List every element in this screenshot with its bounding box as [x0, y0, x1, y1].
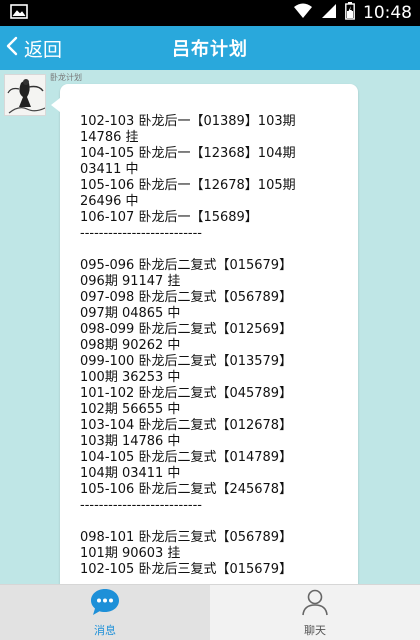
- message-line: 100期 36253 中: [80, 370, 181, 385]
- message-line: 099-100 卧龙后二复式【013579】: [80, 354, 293, 369]
- wifi-icon: [293, 3, 313, 23]
- message-line: 105-106 卧龙后一【12678】105期: [80, 178, 296, 193]
- page-title: 吕布计划: [172, 39, 248, 60]
- sender-name: 卧龙计划: [50, 73, 82, 82]
- message-line: [80, 242, 350, 258]
- message-line: --------------------------: [80, 226, 202, 241]
- bubble-tail: [51, 98, 60, 112]
- tab-messages-label: 消息: [94, 623, 116, 637]
- message-line: 096期 91147 挂: [80, 274, 181, 289]
- message-text: 102-103 卧龙后一【01389】103期 14786 挂 104-105 卧龙…: [80, 114, 350, 578]
- message-line: 26496 中: [80, 194, 139, 209]
- message-line: --------------------------: [80, 498, 202, 513]
- message-line: 104-105 卧龙后二复式【014789】: [80, 450, 293, 465]
- message-line: 098期 90262 中: [80, 338, 181, 353]
- message-line: 103期 14786 中: [80, 434, 181, 449]
- message-line: 105-106 卧龙后二复式【245678】: [80, 482, 293, 497]
- message-line: 098-101 卧龙后三复式【056789】: [80, 530, 293, 545]
- tab-chat[interactable]: 聊天: [210, 585, 420, 640]
- message-line: 03411 中: [80, 162, 139, 177]
- status-bar: 10:48: [0, 0, 420, 26]
- message-line: 104-105 卧龙后一【12368】104期: [80, 146, 296, 161]
- message-line: [80, 514, 350, 530]
- signal-icon: [321, 3, 337, 23]
- battery-icon: [345, 2, 355, 24]
- status-time: 10:48: [363, 3, 412, 23]
- chat-bubble-icon: [90, 588, 120, 620]
- message-line: 097-098 卧龙后二复式【056789】: [80, 290, 293, 305]
- message-list[interactable]: 卧龙计划 102-103 卧龙后一【01389】103期 14786 挂 104-1…: [0, 70, 420, 584]
- message-line: 095-096 卧龙后二复式【015679】: [80, 258, 293, 273]
- message-line: 101-102 卧龙后二复式【045789】: [80, 386, 293, 401]
- tab-messages[interactable]: 消息: [0, 585, 210, 640]
- message-line: 098-099 卧龙后二复式【012569】: [80, 322, 293, 337]
- message-line: 103-104 卧龙后二复式【012678】: [80, 418, 293, 433]
- message-line: 101期 90603 挂: [80, 546, 181, 561]
- message-line: 106-107 卧龙后一【15689】: [80, 210, 258, 225]
- avatar[interactable]: [4, 74, 46, 116]
- chevron-left-icon: [6, 36, 18, 60]
- message-line: 14786 挂: [80, 130, 139, 145]
- message-line: 104期 03411 中: [80, 466, 181, 481]
- tab-chat-label: 聊天: [304, 623, 326, 637]
- message-line: 102-103 卧龙后一【01389】103期: [80, 114, 296, 129]
- message-line: 097期 04865 中: [80, 306, 181, 321]
- bottom-nav: 消息 聊天: [0, 584, 420, 640]
- image-icon: [10, 3, 28, 23]
- message-bubble[interactable]: 102-103 卧龙后一【01389】103期 14786 挂 104-105 卧龙…: [51, 84, 358, 584]
- back-button[interactable]: 返回: [6, 26, 62, 70]
- person-icon: [301, 588, 329, 620]
- title-bar: 返回 吕布计划: [0, 26, 420, 70]
- message-line: 102期 56655 中: [80, 402, 181, 417]
- message-line: 102-105 卧龙后三复式【015679】: [80, 562, 293, 577]
- back-label: 返回: [24, 38, 63, 61]
